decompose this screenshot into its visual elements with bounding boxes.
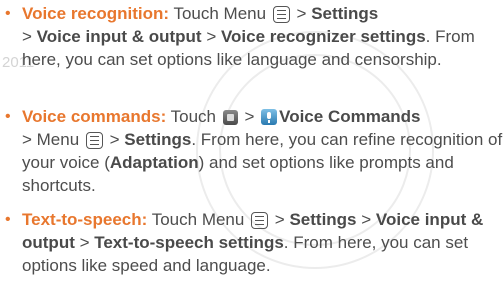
item-term: Text-to-speech:	[22, 210, 148, 229]
list-item-voice-commands: • Voice commands: Touch > Voice Commands…	[5, 107, 503, 195]
bullet: •	[5, 5, 11, 22]
bullet: •	[5, 211, 11, 228]
item-term: Voice recognition:	[22, 4, 170, 23]
menu-key-icon	[272, 6, 290, 23]
apps-key-icon	[222, 110, 238, 125]
bullet: •	[5, 108, 11, 125]
menu-key-icon	[85, 132, 103, 149]
item-term: Voice commands:	[22, 107, 167, 126]
voice-commands-icon	[261, 109, 278, 125]
menu-key-icon	[251, 212, 269, 229]
list-item-voice-recognition: • Voice recognition: Touch Menu > Settin…	[5, 4, 475, 69]
list-item-text-to-speech: • Text-to-speech: Touch Menu > Settings …	[5, 210, 484, 275]
